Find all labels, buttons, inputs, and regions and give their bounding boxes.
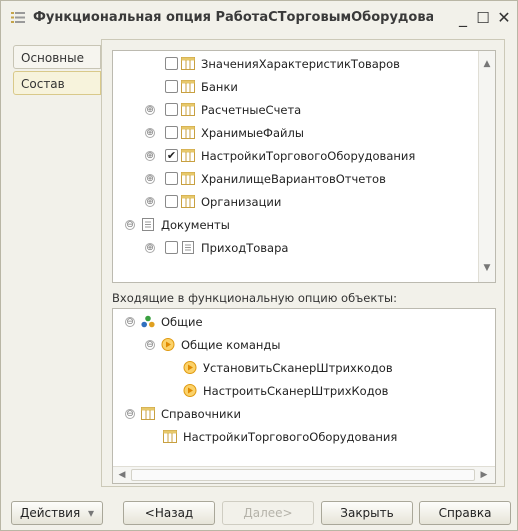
composition-panel: ЗначенияХарактеристикТоваров Банки ⊕ Рас… xyxy=(101,39,505,487)
tree-row-label: НастройкиТорговогоОборудования xyxy=(183,430,398,444)
close-window-button[interactable]: ✕ xyxy=(494,7,514,29)
document-icon xyxy=(182,241,194,254)
tab-composition[interactable]: Состав xyxy=(13,71,101,95)
include-checkbox[interactable] xyxy=(165,57,178,70)
include-checkbox[interactable] xyxy=(165,80,178,93)
catalog-icon xyxy=(181,103,195,116)
command-group-icon xyxy=(161,338,175,351)
expand-icon[interactable]: ⊕ xyxy=(145,128,155,138)
vertical-scrollbar[interactable]: ▲ ▼ xyxy=(478,51,495,282)
expand-icon[interactable]: ⊕ xyxy=(145,174,155,184)
included-objects-tree[interactable]: ⊖ Общие ⊖ Общие команды УстановитьСканер… xyxy=(112,308,496,484)
tree-row-label: НастроитьСканерШтрихКодов xyxy=(203,384,389,398)
tree-row-label: Банки xyxy=(201,80,238,94)
tree-row-label: УстановитьСканерШтрихкодов xyxy=(203,361,393,375)
maximize-button[interactable]: ☐ xyxy=(473,7,493,29)
collapse-icon[interactable]: ⊖ xyxy=(145,340,155,350)
include-checkbox[interactable] xyxy=(165,172,178,185)
tree-row-label: Общие команды xyxy=(181,338,281,352)
tree-row[interactable]: НастроитьСканерШтрихКодов xyxy=(113,380,493,402)
tree-row[interactable]: ⊕ ХранимыеФайлы xyxy=(113,122,479,144)
scroll-right-icon[interactable]: ▶ xyxy=(479,470,489,480)
expand-icon[interactable]: ⊕ xyxy=(145,105,155,115)
scroll-down-icon[interactable]: ▼ xyxy=(482,263,492,273)
expand-icon[interactable]: ⊕ xyxy=(145,197,155,207)
back-button[interactable]: <Назад xyxy=(123,501,215,525)
tab-general[interactable]: Основные xyxy=(13,45,101,69)
common-objects-icon xyxy=(141,315,155,328)
command-icon xyxy=(183,361,197,374)
catalog-icon xyxy=(181,57,195,70)
tree-row[interactable]: ⊕ ХранилищеВариантовОтчетов xyxy=(113,168,479,190)
tree-row[interactable]: ЗначенияХарактеристикТоваров xyxy=(113,53,479,75)
tree-row-label: Справочники xyxy=(161,407,241,421)
tree-row[interactable]: УстановитьСканерШтрихкодов xyxy=(113,357,493,379)
tree-row-label: Организации xyxy=(201,195,282,209)
tree-row[interactable]: ⊕ Организации xyxy=(113,191,479,213)
actions-menu-button[interactable]: Действия ▾ xyxy=(11,501,103,525)
scroll-up-icon[interactable]: ▲ xyxy=(482,59,492,69)
tree-row-label: НастройкиТорговогоОборудования xyxy=(201,149,416,163)
include-checkbox[interactable] xyxy=(165,103,178,116)
catalog-icon xyxy=(141,407,155,420)
tree-row-label: РасчетныеСчета xyxy=(201,103,302,117)
command-icon xyxy=(183,384,197,397)
dialog-window: Функциональная опция РаботаСТорговымОбор… xyxy=(0,0,518,531)
help-button[interactable]: Справка xyxy=(419,501,511,525)
catalog-icon xyxy=(181,149,195,162)
metadata-tree[interactable]: ЗначенияХарактеристикТоваров Банки ⊕ Рас… xyxy=(112,50,496,283)
expand-icon[interactable]: ⊕ xyxy=(145,243,155,253)
document-icon xyxy=(142,218,154,231)
checked-checkbox[interactable]: ✔ xyxy=(165,149,178,162)
catalog-icon xyxy=(181,195,195,208)
include-checkbox[interactable] xyxy=(165,126,178,139)
title-bar: Функциональная опция РаботаСТорговымОбор… xyxy=(1,1,517,35)
catalog-icon xyxy=(181,172,195,185)
tree-row-label: Документы xyxy=(161,218,230,232)
scroll-thumb[interactable] xyxy=(131,469,475,481)
next-button[interactable]: Далее> xyxy=(222,501,314,525)
catalog-icon xyxy=(163,430,177,443)
actions-label: Действия xyxy=(19,506,81,520)
collapse-icon[interactable]: ⊖ xyxy=(125,317,135,327)
catalog-icon xyxy=(181,80,195,93)
tree-row[interactable]: Банки xyxy=(113,76,479,98)
tree-row[interactable]: ⊖ Общие команды xyxy=(113,334,493,356)
functional-option-icon xyxy=(11,12,25,23)
tree-row[interactable]: ⊕ ПриходТовара xyxy=(113,237,479,259)
expand-icon[interactable]: ⊕ xyxy=(145,151,155,161)
collapse-icon[interactable]: ⊖ xyxy=(125,409,135,419)
chevron-down-icon: ▾ xyxy=(88,506,95,520)
included-objects-label: Входящие в функциональную опцию объекты: xyxy=(112,291,397,305)
footer-bar: Действия ▾ <Назад Далее> Закрыть Справка xyxy=(1,493,517,531)
tree-row[interactable]: ⊖ Справочники xyxy=(113,403,493,425)
tree-row[interactable]: ⊕ ✔ НастройкиТорговогоОборудования xyxy=(113,145,479,167)
include-checkbox[interactable] xyxy=(165,195,178,208)
close-button[interactable]: Закрыть xyxy=(321,501,413,525)
tree-row-label: ХранимыеФайлы xyxy=(201,126,304,140)
tree-row[interactable]: ⊖ Документы xyxy=(113,214,479,236)
tree-row-label: ХранилищеВариантовОтчетов xyxy=(201,172,386,186)
tree-row[interactable]: НастройкиТорговогоОборудования xyxy=(113,426,493,448)
tree-row-label: ЗначенияХарактеристикТоваров xyxy=(201,57,400,71)
collapse-icon[interactable]: ⊖ xyxy=(125,220,135,230)
tree-row[interactable]: ⊖ Общие xyxy=(113,311,493,333)
window-title: Функциональная опция РаботаСТорговымОбор… xyxy=(33,10,433,25)
tab-strip: Основные Состав xyxy=(13,45,101,97)
tree-row-label: Общие xyxy=(161,315,203,329)
tree-row[interactable]: ⊕ РасчетныеСчета xyxy=(113,99,479,121)
catalog-icon xyxy=(181,126,195,139)
horizontal-scrollbar[interactable]: ◀ ▶ xyxy=(113,466,495,483)
tree-row-label: ПриходТовара xyxy=(201,241,289,255)
scroll-left-icon[interactable]: ◀ xyxy=(117,470,127,480)
include-checkbox[interactable] xyxy=(165,241,178,254)
minimize-button[interactable]: _ xyxy=(453,7,473,29)
